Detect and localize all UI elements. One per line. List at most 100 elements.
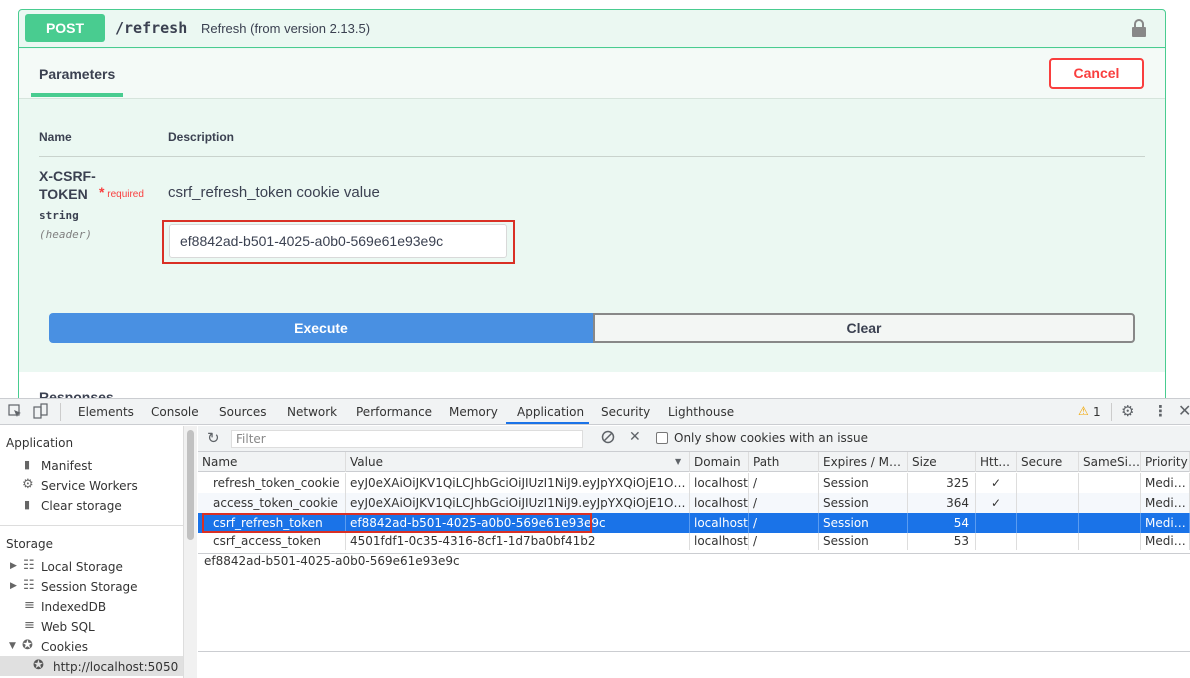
operation-summary-text: Refresh (from version 2.13.5) xyxy=(201,21,371,36)
execute-button[interactable]: Execute xyxy=(49,313,593,343)
clear-button[interactable]: Clear xyxy=(593,313,1135,343)
cell-domain: localhost xyxy=(690,493,749,513)
tab-lighthouse[interactable]: Lighthouse xyxy=(668,405,734,419)
csrf-token-input[interactable]: ef8842ad-b501-4025-a0b0-569e61e93e9c xyxy=(169,224,507,258)
filter-input[interactable]: Filter xyxy=(231,430,583,448)
session-storage-icon: ☷ xyxy=(23,578,35,593)
cell-path: / xyxy=(749,513,819,533)
cookie-icon: ✪ xyxy=(22,638,33,653)
parameters-header: Parameters Cancel xyxy=(19,49,1165,99)
sidebar-item-session-storage[interactable]: Session Storage xyxy=(41,580,138,594)
cell-secure xyxy=(1017,493,1079,513)
sidebar-item-service-workers[interactable]: Service Workers xyxy=(41,479,138,493)
col-header-path[interactable]: Path xyxy=(749,452,819,472)
required-star: * xyxy=(99,184,105,200)
table-row[interactable]: csrf_access_token 4501fdf1-0c35-4316-8cf… xyxy=(198,533,1190,550)
tab-sources[interactable]: Sources xyxy=(219,405,266,419)
tab-security[interactable]: Security xyxy=(601,405,650,419)
delete-selected-icon[interactable]: ✕ xyxy=(629,429,641,445)
sidebar-item-indexeddb[interactable]: IndexedDB xyxy=(41,600,106,614)
col-header-name[interactable]: Name xyxy=(198,452,346,472)
cell-path: / xyxy=(749,493,819,513)
sidebar-header-application: Application xyxy=(6,436,74,450)
tab-console[interactable]: Console xyxy=(151,405,199,419)
parameter-location: (header) xyxy=(39,228,92,241)
close-icon[interactable]: ✕ xyxy=(1178,401,1190,420)
sidebar-item-web-sql[interactable]: Web SQL xyxy=(41,620,95,634)
cell-domain: localhost xyxy=(690,533,749,550)
cell-priority: Medium xyxy=(1141,533,1190,550)
sidebar-item-cookies[interactable]: Cookies xyxy=(41,640,88,654)
clear-storage-icon: ▮ xyxy=(24,498,31,511)
col-header-httponly[interactable]: Htt... xyxy=(976,452,1017,472)
column-description-header: Description xyxy=(168,130,235,144)
tab-network[interactable]: Network xyxy=(287,405,337,419)
settings-gear-icon[interactable]: ⚙ xyxy=(1121,402,1134,420)
sidebar-selected-row[interactable]: ✪ http://localhost:5050 xyxy=(0,656,183,676)
expand-arrow-icon[interactable]: ▶ xyxy=(10,561,17,571)
sort-arrow-icon: ▼ xyxy=(675,457,682,466)
cell-httponly: ✓ xyxy=(976,473,1017,493)
sidebar-scrollbar[interactable] xyxy=(183,426,197,678)
lock-icon[interactable] xyxy=(1131,18,1147,38)
cookie-value-preview: ef8842ad-b501-4025-a0b0-569e61e93e9c xyxy=(198,553,1190,650)
cell-size: 325 xyxy=(908,473,976,493)
application-sidebar: Application ▮ Manifest ⚙ Service Workers… xyxy=(0,426,183,678)
cell-priority: Medium xyxy=(1141,513,1190,533)
cookies-toolbar: ↻ Filter ✕ Only show cookies with an iss… xyxy=(198,426,1190,452)
responses-title: Responses xyxy=(39,389,114,398)
tab-underline xyxy=(31,93,123,97)
table-row[interactable]: access_token_cookie eyJ0eXAiOiJKV1QiLCJh… xyxy=(198,493,1190,513)
inspect-element-icon[interactable] xyxy=(8,404,22,421)
sidebar-item-local-storage[interactable]: Local Storage xyxy=(41,560,123,574)
database-icon: ≡ xyxy=(24,598,35,613)
sidebar-item-cookie-origin[interactable]: http://localhost:5050 xyxy=(53,660,178,674)
refresh-icon[interactable]: ↻ xyxy=(207,429,220,447)
tab-application[interactable]: Application xyxy=(517,405,584,419)
cell-httponly: ✓ xyxy=(976,493,1017,513)
collapse-arrow-icon[interactable]: ▼ xyxy=(9,641,16,651)
cancel-button[interactable]: Cancel xyxy=(1049,58,1144,89)
devtools-tabbar: Elements Console Sources Network Perform… xyxy=(0,399,1190,425)
expand-arrow-icon[interactable]: ▶ xyxy=(10,581,17,591)
responses-section: Responses xyxy=(19,372,1165,398)
service-workers-icon: ⚙ xyxy=(22,477,34,492)
active-tab-indicator xyxy=(506,422,589,424)
tab-parameters[interactable]: Parameters xyxy=(39,66,115,82)
operation-summary[interactable]: POST /refresh Refresh (from version 2.13… xyxy=(19,10,1165,48)
sidebar-header-storage: Storage xyxy=(6,537,53,551)
col-header-samesite[interactable]: SameSite xyxy=(1079,452,1141,472)
warning-icon[interactable]: ⚠ xyxy=(1078,404,1089,418)
sidebar-item-manifest[interactable]: Manifest xyxy=(41,459,92,473)
cell-httponly xyxy=(976,533,1017,550)
tab-performance[interactable]: Performance xyxy=(356,405,432,419)
col-header-secure[interactable]: Secure xyxy=(1017,452,1079,472)
col-header-expires[interactable]: Expires / Ma... xyxy=(819,452,908,472)
more-options-icon[interactable]: ⋮ xyxy=(1153,402,1168,420)
table-row[interactable]: refresh_token_cookie eyJ0eXAiOiJKV1QiLCJ… xyxy=(198,473,1190,493)
cell-domain: localhost xyxy=(690,513,749,533)
cell-samesite xyxy=(1079,513,1141,533)
tab-elements[interactable]: Elements xyxy=(78,405,134,419)
cell-secure xyxy=(1017,533,1079,550)
col-header-value[interactable]: Value xyxy=(346,452,690,472)
cell-expires: Session xyxy=(819,533,908,550)
table-row-selected[interactable]: csrf_refresh_token ef8842ad-b501-4025-a0… xyxy=(198,513,1190,533)
device-toolbar-icon[interactable] xyxy=(33,403,49,422)
cell-path: / xyxy=(749,533,819,550)
table-header-row: Name Value ▼ Domain Path Expires / Ma...… xyxy=(198,452,1190,472)
sidebar-item-clear-storage[interactable]: Clear storage xyxy=(41,499,122,513)
col-header-size[interactable]: Size xyxy=(908,452,976,472)
tab-memory[interactable]: Memory xyxy=(449,405,498,419)
clear-all-icon[interactable] xyxy=(601,430,615,447)
scrollbar-thumb[interactable] xyxy=(187,430,194,540)
col-header-domain[interactable]: Domain xyxy=(690,452,749,472)
only-issue-checkbox[interactable] xyxy=(656,432,668,444)
column-name-header: Name xyxy=(39,130,72,144)
highlight-box xyxy=(202,513,592,533)
col-header-priority[interactable]: Priority xyxy=(1141,452,1190,472)
cell-httponly xyxy=(976,513,1017,533)
swagger-panel: POST /refresh Refresh (from version 2.13… xyxy=(0,0,1190,398)
parameter-description: csrf_refresh_token cookie value xyxy=(168,184,380,201)
cell-samesite xyxy=(1079,473,1141,493)
